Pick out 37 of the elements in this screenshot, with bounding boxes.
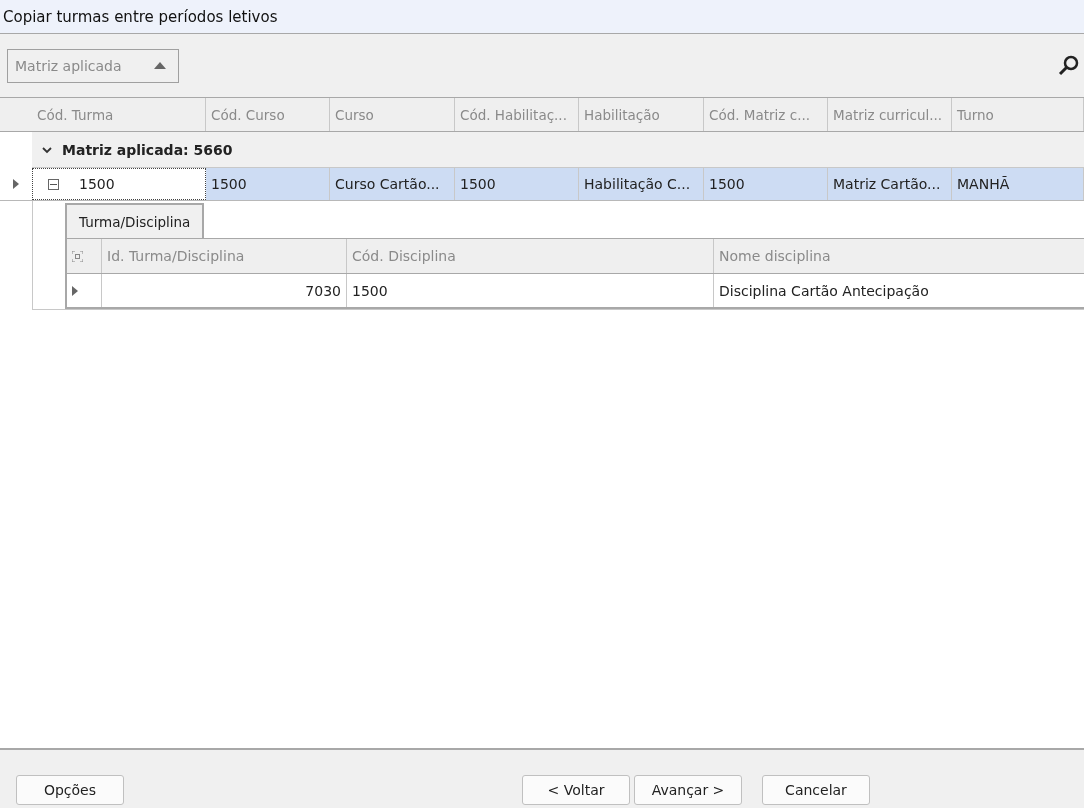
table-cell: 1500 — [347, 274, 714, 307]
column-header[interactable]: Cód. Turma — [32, 98, 206, 131]
column-header[interactable]: Cód. Habilitaç... — [455, 98, 579, 131]
chevron-down-icon[interactable] — [42, 145, 52, 154]
back-button[interactable]: < Voltar — [522, 775, 630, 805]
detail-tab[interactable]: Turma/Disciplina — [65, 203, 205, 238]
column-header[interactable]: Matriz curricul... — [828, 98, 952, 131]
table-cell: Habilitação C... — [579, 168, 704, 200]
column-header[interactable]: Turno — [952, 98, 1084, 131]
table-cell: 1500 — [455, 168, 579, 200]
collapse-icon[interactable] — [48, 178, 59, 190]
table-cell: Curso Cartão... — [330, 168, 455, 200]
window-title: Copiar turmas entre períodos letivos — [3, 7, 278, 26]
cancel-button[interactable]: Cancelar — [762, 775, 870, 805]
table-cell: 1500 — [206, 168, 330, 200]
search-icon[interactable] — [1058, 54, 1080, 77]
column-header[interactable]: Nome disciplina — [714, 239, 1084, 273]
cell-text: 1500 — [79, 176, 115, 192]
options-button[interactable]: Opções — [16, 775, 124, 805]
sort-ascending-icon — [154, 62, 166, 69]
column-header[interactable]: Cód. Curso — [206, 98, 330, 131]
column-header[interactable]: Curso — [330, 98, 455, 131]
column-header[interactable]: Id. Turma/Disciplina — [102, 239, 347, 273]
column-header[interactable]: Cód. Disciplina — [347, 239, 714, 273]
table-cell: 7030 — [102, 274, 347, 307]
expand-row-icon — [72, 285, 78, 296]
column-header[interactable]: Habilitação — [579, 98, 704, 131]
expand-row-icon — [13, 179, 19, 189]
table-cell: 1500 — [704, 168, 828, 200]
table-cell: MANHÃ — [952, 168, 1084, 200]
next-button[interactable]: Avançar > — [634, 775, 742, 805]
table-cell: Disciplina Cartão Antecipação — [714, 274, 1084, 307]
column-header[interactable]: Cód. Matriz c... — [704, 98, 828, 131]
column-chooser-icon[interactable] — [72, 250, 83, 262]
group-label: Matriz aplicada: 5660 — [62, 141, 233, 158]
table-cell: Matriz Cartão... — [828, 168, 952, 200]
group-by-chip[interactable]: Matriz aplicada — [7, 48, 179, 83]
